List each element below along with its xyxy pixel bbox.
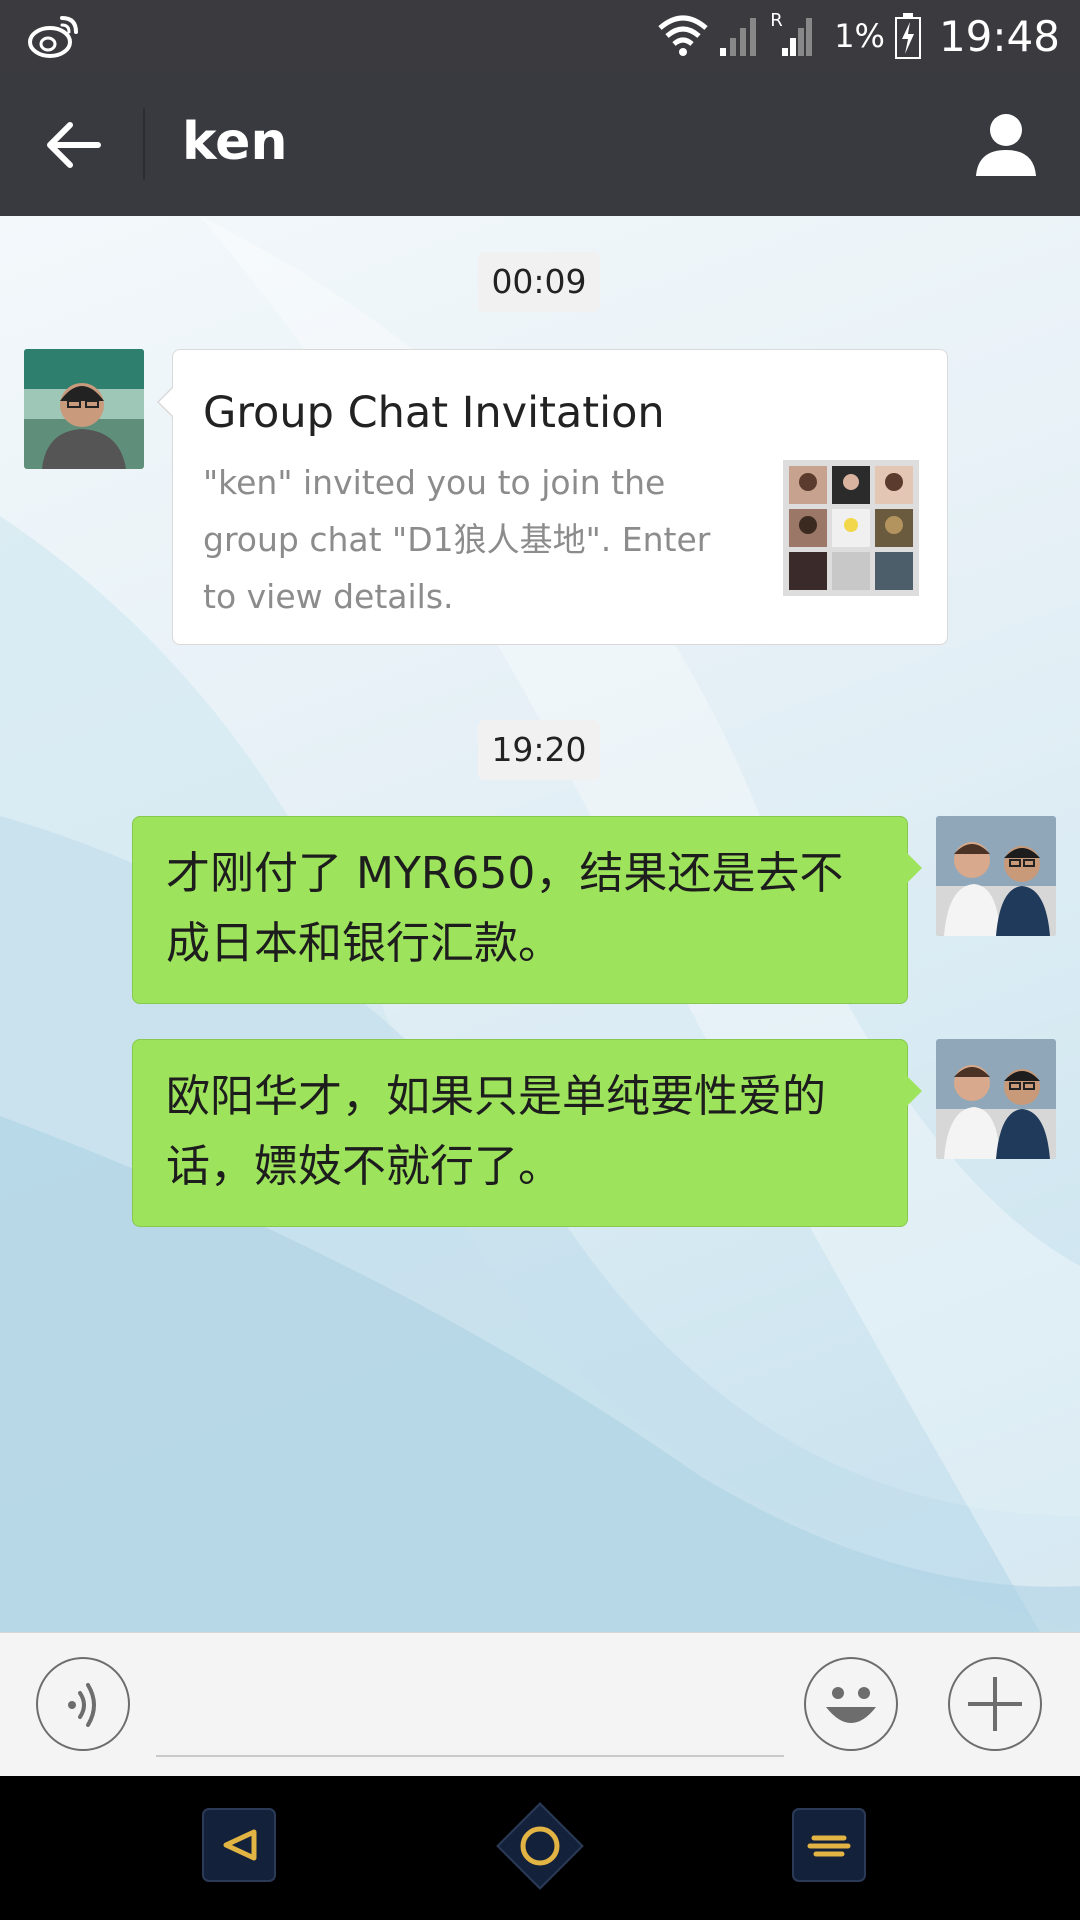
emoji-button[interactable] [804,1657,898,1751]
plus-icon [968,1677,1022,1731]
timestamp: 19:20 [478,720,600,780]
person-icon[interactable] [970,108,1042,180]
invite-description: "ken" invited you to join the group chat… [203,463,711,616]
wifi-icon [658,15,708,56]
my-avatar[interactable] [936,816,1056,936]
system-navigation-bar [0,1776,1080,1920]
group-invite-card[interactable]: Group Chat Invitation "ken" invited you … [157,349,948,645]
triangle-back-icon[interactable] [202,1808,276,1882]
arrow-left-icon[interactable] [38,110,108,180]
voice-button[interactable] [36,1657,130,1751]
menu-lines-icon[interactable] [792,1808,866,1882]
clock: 19:48 [938,11,1060,61]
invite-title: Group Chat Invitation [203,388,665,438]
voice-icon [68,1683,96,1727]
more-button[interactable] [948,1657,1042,1751]
chat-area[interactable]: 00:09 Group Chat Invitation "ken" invite… [0,216,1080,1632]
signal-roaming-icon: R [770,10,816,58]
roaming-indicator: R [770,10,783,31]
circle-home-icon[interactable] [490,1796,590,1896]
outgoing-message[interactable]: 欧阳华才，如果只是单纯要性爱的话，嫖妓不就行了。 [132,1039,922,1227]
outgoing-message[interactable]: 才刚付了 MYR650，结果还是去不成日本和银行汇款。 [132,816,922,1004]
page-title: ken [182,112,288,172]
emoji-icon [826,1687,876,1723]
message-input[interactable] [156,1683,784,1757]
signal-icon [720,18,757,56]
weibo-icon [28,16,78,58]
timestamp: 00:09 [478,252,600,312]
battery-charging-icon [894,13,921,59]
battery-percent: 1% [834,17,885,55]
avatar[interactable] [24,349,144,469]
my-avatar[interactable] [936,1039,1056,1159]
status-bar: R 1% 19:48 [0,0,1080,72]
header-divider [143,108,145,180]
input-bar [0,1632,1080,1777]
group-thumbnail [783,460,919,596]
chat-header: ken [0,72,1080,216]
